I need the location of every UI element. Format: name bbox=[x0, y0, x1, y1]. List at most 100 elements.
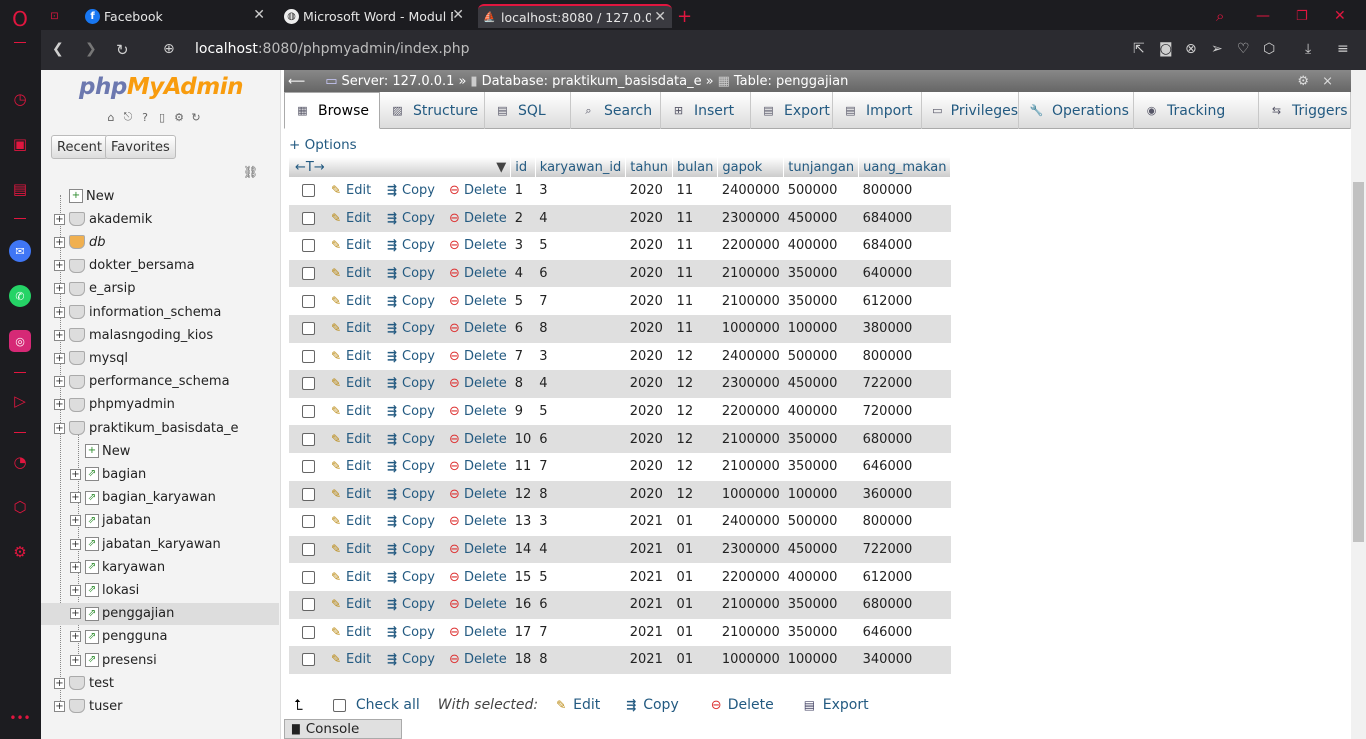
expand-icon[interactable]: + bbox=[70, 468, 81, 480]
tree-db-performance-schema[interactable]: + performance_schema bbox=[41, 371, 279, 393]
cell-uang-makan[interactable]: 800000 bbox=[859, 177, 951, 205]
console-bar[interactable]: ▇ Console bbox=[284, 719, 402, 739]
breadcrumb-server[interactable]: Server: 127.0.0.1 bbox=[342, 74, 455, 89]
edit-link[interactable]: Edit bbox=[346, 514, 371, 529]
opera-logo-icon[interactable]: O bbox=[9, 7, 31, 31]
cell-tunjangan[interactable]: 500000 bbox=[784, 508, 859, 536]
edit-link[interactable]: Edit bbox=[346, 376, 371, 391]
tree-db-db[interactable]: + db bbox=[41, 231, 279, 253]
send-icon[interactable]: ➢ bbox=[1211, 41, 1223, 57]
cell-gapok[interactable]: 2200000 bbox=[718, 563, 784, 591]
cell-bulan[interactable]: 01 bbox=[673, 536, 718, 564]
cell-tunjangan[interactable]: 100000 bbox=[784, 315, 859, 343]
cell-uang-makan[interactable]: 680000 bbox=[859, 591, 951, 619]
cell-uang-makan[interactable]: 612000 bbox=[859, 563, 951, 591]
breadcrumb-table[interactable]: Table: penggajian bbox=[734, 74, 849, 89]
tree-table-karyawan[interactable]: + ⇗ karyawan bbox=[41, 556, 279, 578]
row-checkbox[interactable] bbox=[301, 598, 315, 612]
cell-gapok[interactable]: 2100000 bbox=[718, 591, 784, 619]
tab-export[interactable]: ▤ Export bbox=[751, 92, 833, 129]
cell-id[interactable]: 2 bbox=[511, 205, 536, 233]
delete-link[interactable]: Delete bbox=[464, 349, 507, 364]
edit-link[interactable]: Edit bbox=[346, 349, 371, 364]
tree-db-malasngoding-kios[interactable]: + malasngoding_kios bbox=[41, 324, 279, 346]
help-icon[interactable]: ? bbox=[138, 110, 152, 124]
delete-link[interactable]: Delete bbox=[464, 487, 507, 502]
cell-karyawan-id[interactable]: 6 bbox=[535, 425, 625, 453]
delete-link[interactable]: Delete bbox=[464, 211, 507, 226]
row-checkbox[interactable] bbox=[301, 653, 315, 667]
delete-link[interactable]: Delete bbox=[464, 459, 507, 474]
cell-uang-makan[interactable]: 646000 bbox=[859, 619, 951, 647]
favorites-button[interactable]: Favorites bbox=[105, 135, 176, 159]
extensions-icon[interactable]: ⬡ bbox=[9, 496, 31, 518]
cell-karyawan-id[interactable]: 7 bbox=[535, 453, 625, 481]
cell-uang-makan[interactable]: 646000 bbox=[859, 453, 951, 481]
cell-tahun[interactable]: 2020 bbox=[626, 453, 673, 481]
tab-sql[interactable]: ▤ SQL bbox=[485, 92, 571, 129]
bulk-copy-button[interactable]: Copy bbox=[643, 697, 679, 713]
cell-bulan[interactable]: 11 bbox=[673, 315, 718, 343]
cell-uang-makan[interactable]: 340000 bbox=[859, 646, 951, 674]
gear-icon[interactable]: ⚙ bbox=[1297, 74, 1309, 89]
recent-button[interactable]: Recent bbox=[51, 135, 108, 159]
more-icon[interactable]: ••• bbox=[9, 707, 31, 729]
expand-icon[interactable]: + bbox=[54, 422, 65, 434]
cell-bulan[interactable]: 01 bbox=[673, 646, 718, 674]
edit-link[interactable]: Edit bbox=[346, 459, 371, 474]
delete-link[interactable]: Delete bbox=[464, 597, 507, 612]
cell-gapok[interactable]: 2200000 bbox=[718, 232, 784, 260]
expand-icon[interactable]: + bbox=[54, 260, 65, 272]
cell-tahun[interactable]: 2020 bbox=[626, 370, 673, 398]
options-link[interactable]: + Options bbox=[289, 137, 357, 153]
row-checkbox[interactable] bbox=[301, 239, 315, 253]
cell-uang-makan[interactable]: 720000 bbox=[859, 398, 951, 426]
cell-uang-makan[interactable]: 680000 bbox=[859, 425, 951, 453]
cell-tahun[interactable]: 2020 bbox=[626, 177, 673, 205]
cell-tunjangan[interactable]: 450000 bbox=[784, 205, 859, 233]
player-icon[interactable]: ▷ bbox=[9, 390, 31, 412]
scrollbar-thumb[interactable] bbox=[1353, 182, 1364, 542]
check-all-label[interactable]: Check all bbox=[356, 697, 420, 713]
copy-link[interactable]: Copy bbox=[402, 321, 435, 336]
tree-table-bagian-karyawan[interactable]: + ⇗ bagian_karyawan bbox=[41, 487, 279, 509]
copy-link[interactable]: Copy bbox=[402, 238, 435, 253]
edit-link[interactable]: Edit bbox=[346, 266, 371, 281]
expand-icon[interactable]: + bbox=[54, 677, 65, 689]
camera-icon[interactable]: ◙ bbox=[1159, 41, 1173, 57]
copy-link[interactable]: Copy bbox=[402, 625, 435, 640]
delete-link[interactable]: Delete bbox=[464, 238, 507, 253]
copy-link[interactable]: Copy bbox=[402, 652, 435, 667]
cell-karyawan-id[interactable]: 7 bbox=[535, 287, 625, 315]
edit-link[interactable]: Edit bbox=[346, 211, 371, 226]
bulk-edit-button[interactable]: Edit bbox=[573, 697, 600, 713]
tree-db-tuser[interactable]: + tuser bbox=[41, 695, 279, 717]
tree-table-presensi[interactable]: + ⇗ presensi bbox=[41, 649, 279, 671]
tree-table-jabatan-karyawan[interactable]: + ⇗ jabatan_karyawan bbox=[41, 533, 279, 555]
cell-uang-makan[interactable]: 800000 bbox=[859, 508, 951, 536]
column-header-tunjangan[interactable]: tunjangan bbox=[783, 157, 860, 177]
cell-karyawan-id[interactable]: 5 bbox=[535, 232, 625, 260]
cell-bulan[interactable]: 11 bbox=[673, 232, 718, 260]
cell-tahun[interactable]: 2020 bbox=[626, 315, 673, 343]
delete-link[interactable]: Delete bbox=[464, 570, 507, 585]
cell-uang-makan[interactable]: 684000 bbox=[859, 232, 951, 260]
cell-tahun[interactable]: 2020 bbox=[626, 481, 673, 509]
heart-icon[interactable]: ♡ bbox=[1237, 41, 1250, 57]
home-icon[interactable]: ⌂ bbox=[104, 110, 118, 124]
cell-tunjangan[interactable]: 450000 bbox=[784, 370, 859, 398]
cell-bulan[interactable]: 01 bbox=[673, 591, 718, 619]
expand-icon[interactable]: + bbox=[54, 283, 65, 295]
instagram-icon[interactable]: ◎ bbox=[9, 330, 31, 352]
cell-karyawan-id[interactable]: 3 bbox=[535, 177, 625, 205]
tab-word[interactable]: ◍ Microsoft Word - Modul Da ✕ bbox=[284, 4, 470, 28]
delete-link[interactable]: Delete bbox=[464, 321, 507, 336]
close-icon[interactable]: ✕ bbox=[452, 7, 464, 23]
expand-icon[interactable]: + bbox=[54, 399, 65, 411]
tab-triggers[interactable]: ⇆ Triggers bbox=[1259, 92, 1351, 129]
tab-browse[interactable]: ▦ Browse bbox=[284, 92, 380, 129]
page-scrollbar[interactable] bbox=[1351, 70, 1366, 739]
delete-link[interactable]: Delete bbox=[464, 266, 507, 281]
cell-karyawan-id[interactable]: 4 bbox=[535, 536, 625, 564]
cell-gapok[interactable]: 2100000 bbox=[718, 425, 784, 453]
